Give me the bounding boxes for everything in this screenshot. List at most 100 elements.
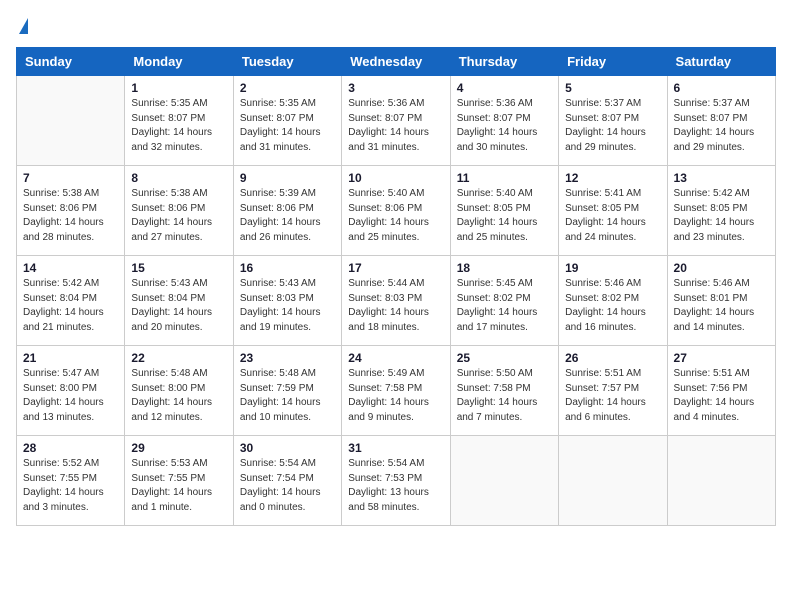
- week-row-3: 21 Sunrise: 5:47 AM Sunset: 8:00 PM Dayli…: [17, 346, 776, 436]
- day-info: Sunrise: 5:42 AM Sunset: 8:04 PM Dayligh…: [23, 277, 118, 335]
- day-number: 30: [240, 441, 335, 455]
- calendar-cell: 26 Sunrise: 5:51 AM Sunset: 7:57 PM Dayli…: [559, 346, 667, 436]
- calendar-cell: 24 Sunrise: 5:49 AM Sunset: 7:58 PM Dayli…: [342, 346, 450, 436]
- calendar-cell: 16 Sunrise: 5:43 AM Sunset: 8:03 PM Dayli…: [233, 256, 341, 346]
- day-info: Sunrise: 5:54 AM Sunset: 7:54 PM Dayligh…: [240, 457, 335, 515]
- calendar-cell: 21 Sunrise: 5:47 AM Sunset: 8:00 PM Dayli…: [17, 346, 125, 436]
- day-number: 27: [674, 351, 769, 365]
- day-number: 17: [348, 261, 443, 275]
- day-info: Sunrise: 5:41 AM Sunset: 8:05 PM Dayligh…: [565, 187, 660, 245]
- calendar-cell: 5 Sunrise: 5:37 AM Sunset: 8:07 PM Daylig…: [559, 76, 667, 166]
- weekday-header-sunday: Sunday: [17, 48, 125, 76]
- calendar-cell: 18 Sunrise: 5:45 AM Sunset: 8:02 PM Dayli…: [450, 256, 558, 346]
- day-number: 10: [348, 171, 443, 185]
- day-number: 25: [457, 351, 552, 365]
- day-number: 26: [565, 351, 660, 365]
- day-number: 4: [457, 81, 552, 95]
- calendar-cell: [559, 436, 667, 526]
- calendar-cell: 28 Sunrise: 5:52 AM Sunset: 7:55 PM Dayli…: [17, 436, 125, 526]
- day-number: 16: [240, 261, 335, 275]
- logo-line1: [16, 16, 28, 39]
- week-row-0: 1 Sunrise: 5:35 AM Sunset: 8:07 PM Daylig…: [17, 76, 776, 166]
- day-number: 19: [565, 261, 660, 275]
- day-info: Sunrise: 5:37 AM Sunset: 8:07 PM Dayligh…: [565, 97, 660, 155]
- calendar-cell: 14 Sunrise: 5:42 AM Sunset: 8:04 PM Dayli…: [17, 256, 125, 346]
- day-number: 2: [240, 81, 335, 95]
- day-info: Sunrise: 5:40 AM Sunset: 8:05 PM Dayligh…: [457, 187, 552, 245]
- day-number: 5: [565, 81, 660, 95]
- day-info: Sunrise: 5:36 AM Sunset: 8:07 PM Dayligh…: [457, 97, 552, 155]
- logo: [16, 16, 28, 39]
- day-info: Sunrise: 5:39 AM Sunset: 8:06 PM Dayligh…: [240, 187, 335, 245]
- day-info: Sunrise: 5:35 AM Sunset: 8:07 PM Dayligh…: [131, 97, 226, 155]
- day-info: Sunrise: 5:43 AM Sunset: 8:03 PM Dayligh…: [240, 277, 335, 335]
- day-info: Sunrise: 5:49 AM Sunset: 7:58 PM Dayligh…: [348, 367, 443, 425]
- calendar-cell: 17 Sunrise: 5:44 AM Sunset: 8:03 PM Dayli…: [342, 256, 450, 346]
- day-info: Sunrise: 5:51 AM Sunset: 7:57 PM Dayligh…: [565, 367, 660, 425]
- calendar-cell: [17, 76, 125, 166]
- weekday-header-tuesday: Tuesday: [233, 48, 341, 76]
- calendar-cell: 27Sunrise: 5:51 AM Sunset: 7:56 PM Dayli…: [667, 346, 775, 436]
- calendar-cell: 15Sunrise: 5:43 AM Sunset: 8:04 PM Dayli…: [125, 256, 233, 346]
- weekday-header-wednesday: Wednesday: [342, 48, 450, 76]
- day-number: 20: [674, 261, 769, 275]
- week-row-4: 28 Sunrise: 5:52 AM Sunset: 7:55 PM Dayli…: [17, 436, 776, 526]
- calendar-cell: 20Sunrise: 5:46 AM Sunset: 8:01 PM Dayli…: [667, 256, 775, 346]
- calendar-cell: 7Sunrise: 5:38 AM Sunset: 8:06 PM Daylig…: [17, 166, 125, 256]
- day-number: 21: [23, 351, 118, 365]
- day-number: 18: [457, 261, 552, 275]
- day-info: Sunrise: 5:47 AM Sunset: 8:00 PM Dayligh…: [23, 367, 118, 425]
- day-number: 28: [23, 441, 118, 455]
- week-row-2: 14 Sunrise: 5:42 AM Sunset: 8:04 PM Dayli…: [17, 256, 776, 346]
- day-info: Sunrise: 5:52 AM Sunset: 7:55 PM Dayligh…: [23, 457, 118, 515]
- day-info: Sunrise: 5:42 AM Sunset: 8:05 PM Dayligh…: [674, 187, 769, 245]
- day-number: 14: [23, 261, 118, 275]
- calendar-cell: 23 Sunrise: 5:48 AM Sunset: 7:59 PM Dayli…: [233, 346, 341, 436]
- calendar-cell: [667, 436, 775, 526]
- day-info: Sunrise: 5:48 AM Sunset: 7:59 PM Dayligh…: [240, 367, 335, 425]
- calendar-cell: 30 Sunrise: 5:54 AM Sunset: 7:54 PM Dayli…: [233, 436, 341, 526]
- day-number: 6: [674, 81, 769, 95]
- calendar-cell: 22 Sunrise: 5:48 AM Sunset: 8:00 PM Dayli…: [125, 346, 233, 436]
- day-info: Sunrise: 5:48 AM Sunset: 8:00 PM Dayligh…: [131, 367, 226, 425]
- calendar-cell: 9 Sunrise: 5:39 AM Sunset: 8:06 PM Daylig…: [233, 166, 341, 256]
- day-info: Sunrise: 5:36 AM Sunset: 8:07 PM Dayligh…: [348, 97, 443, 155]
- calendar-cell: 13 Sunrise: 5:42 AM Sunset: 8:05 PM Dayli…: [667, 166, 775, 256]
- calendar-cell: 10 Sunrise: 5:40 AM Sunset: 8:06 PM Dayli…: [342, 166, 450, 256]
- week-row-1: 7Sunrise: 5:38 AM Sunset: 8:06 PM Daylig…: [17, 166, 776, 256]
- day-info: Sunrise: 5:38 AM Sunset: 8:06 PM Dayligh…: [23, 187, 118, 245]
- day-number: 24: [348, 351, 443, 365]
- day-number: 11: [457, 171, 552, 185]
- calendar-cell: 12Sunrise: 5:41 AM Sunset: 8:05 PM Dayli…: [559, 166, 667, 256]
- day-number: 31: [348, 441, 443, 455]
- day-number: 22: [131, 351, 226, 365]
- day-info: Sunrise: 5:35 AM Sunset: 8:07 PM Dayligh…: [240, 97, 335, 155]
- calendar-cell: 3 Sunrise: 5:36 AM Sunset: 8:07 PM Daylig…: [342, 76, 450, 166]
- day-info: Sunrise: 5:40 AM Sunset: 8:06 PM Dayligh…: [348, 187, 443, 245]
- day-info: Sunrise: 5:44 AM Sunset: 8:03 PM Dayligh…: [348, 277, 443, 335]
- calendar-cell: 25 Sunrise: 5:50 AM Sunset: 7:58 PM Dayli…: [450, 346, 558, 436]
- calendar-cell: [450, 436, 558, 526]
- calendar-cell: 11 Sunrise: 5:40 AM Sunset: 8:05 PM Dayli…: [450, 166, 558, 256]
- calendar-table: SundayMondayTuesdayWednesdayThursdayFrid…: [16, 47, 776, 526]
- weekday-header-row: SundayMondayTuesdayWednesdayThursdayFrid…: [17, 48, 776, 76]
- weekday-header-thursday: Thursday: [450, 48, 558, 76]
- day-number: 23: [240, 351, 335, 365]
- calendar-cell: 31Sunrise: 5:54 AM Sunset: 7:53 PM Dayli…: [342, 436, 450, 526]
- day-info: Sunrise: 5:50 AM Sunset: 7:58 PM Dayligh…: [457, 367, 552, 425]
- day-number: 3: [348, 81, 443, 95]
- calendar-cell: 4 Sunrise: 5:36 AM Sunset: 8:07 PM Daylig…: [450, 76, 558, 166]
- day-info: Sunrise: 5:45 AM Sunset: 8:02 PM Dayligh…: [457, 277, 552, 335]
- day-number: 15: [131, 261, 226, 275]
- day-number: 9: [240, 171, 335, 185]
- calendar-cell: 29Sunrise: 5:53 AM Sunset: 7:55 PM Dayli…: [125, 436, 233, 526]
- logo-triangle-icon: [19, 18, 28, 34]
- day-number: 13: [674, 171, 769, 185]
- page-header: [16, 16, 776, 39]
- day-info: Sunrise: 5:46 AM Sunset: 8:02 PM Dayligh…: [565, 277, 660, 335]
- day-info: Sunrise: 5:37 AM Sunset: 8:07 PM Dayligh…: [674, 97, 769, 155]
- day-number: 1: [131, 81, 226, 95]
- weekday-header-saturday: Saturday: [667, 48, 775, 76]
- calendar-cell: 6 Sunrise: 5:37 AM Sunset: 8:07 PM Daylig…: [667, 76, 775, 166]
- weekday-header-monday: Monday: [125, 48, 233, 76]
